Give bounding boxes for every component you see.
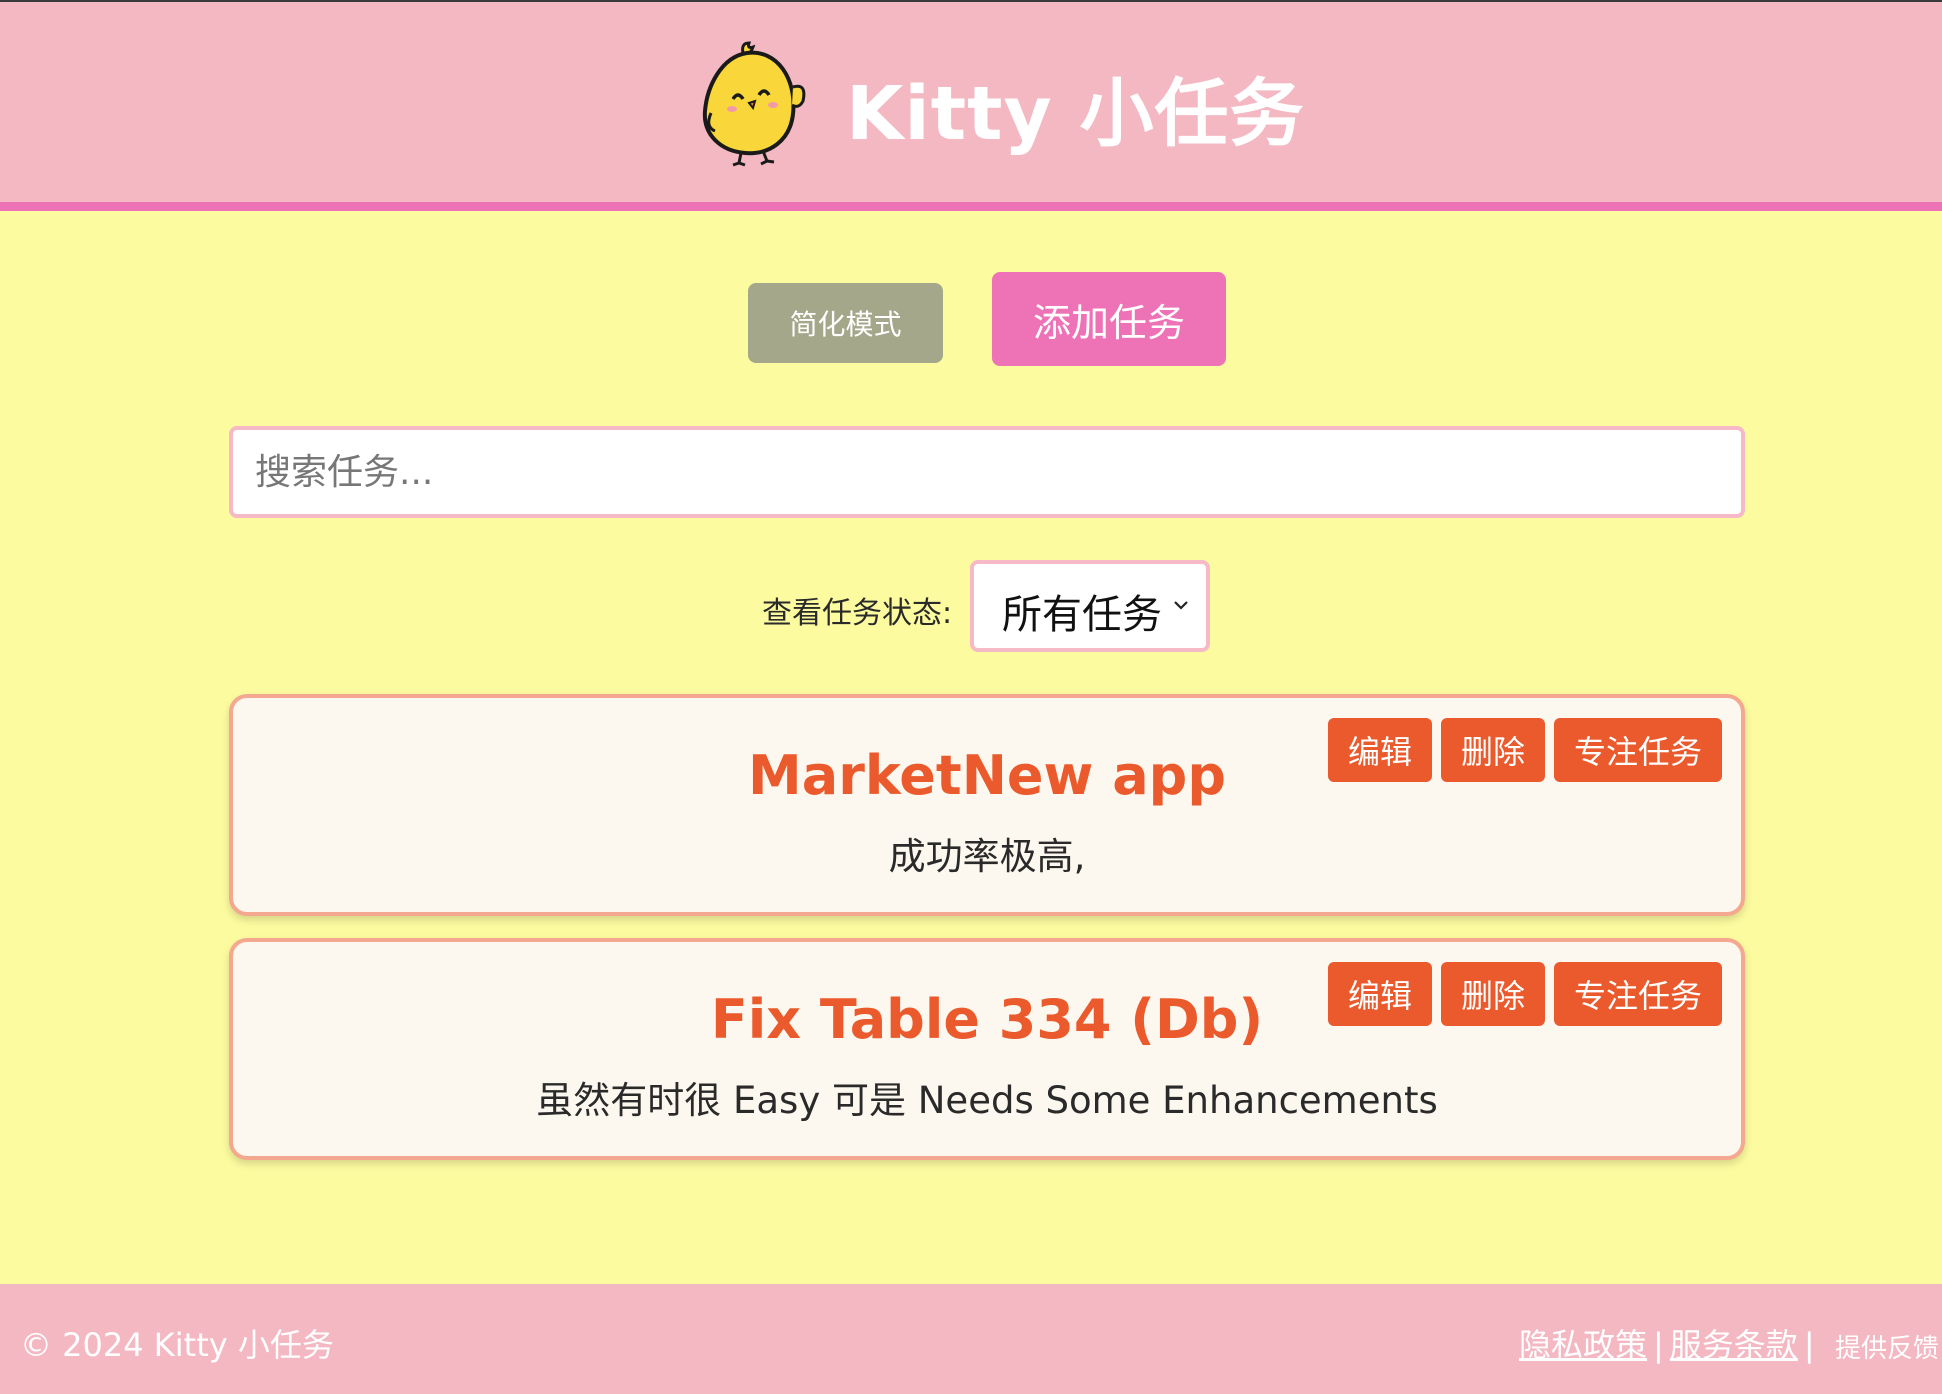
edit-task-button[interactable]: 编辑 [1328,962,1432,1026]
app-footer: © 2024 Kitty 小任务 隐私政策 | 服务条款 | 提供反馈 [0,1284,1942,1394]
chick-mascot-icon [702,41,806,167]
task-card: Fix Table 334 (Db) 虽然有时很 Easy 可是 Needs S… [229,938,1745,1160]
focus-task-button[interactable]: 专注任务 [1554,962,1722,1026]
footer-separator: | [1653,1326,1664,1364]
status-filter-select[interactable]: 所有任务 [970,560,1210,652]
add-task-button[interactable]: 添加任务 [992,272,1226,366]
status-filter-value: 所有任务 [1002,592,1162,638]
task-card: MarketNew app 成功率极高, 编辑 删除 专注任务 [229,694,1745,916]
task-description: 成功率极高, [888,835,1086,878]
status-filter-label: 查看任务状态: [762,596,953,631]
feedback-link[interactable]: 提供反馈 [1835,1328,1939,1365]
delete-task-button[interactable]: 删除 [1441,718,1545,782]
simple-mode-button[interactable]: 简化模式 [748,283,943,363]
task-description: 虽然有时很 Easy 可是 Needs Some Enhancements [536,1079,1438,1122]
focus-task-button[interactable]: 专注任务 [1554,718,1722,782]
delete-task-button[interactable]: 删除 [1441,962,1545,1026]
edit-task-button[interactable]: 编辑 [1328,718,1432,782]
footer-separator: | [1803,1326,1815,1364]
privacy-policy-link[interactable]: 隐私政策 [1519,1326,1647,1364]
copyright-text: © 2024 Kitty 小任务 [20,1326,334,1364]
chevron-down-icon [1174,601,1188,610]
app-title: Kitty 小任务 [846,71,1305,157]
app-header: Kitty 小任务 [0,2,1942,211]
terms-of-service-link[interactable]: 服务条款 [1670,1326,1798,1364]
search-input[interactable] [229,426,1745,518]
footer-links: 隐私政策 | 服务条款 | [1519,1320,1821,1366]
